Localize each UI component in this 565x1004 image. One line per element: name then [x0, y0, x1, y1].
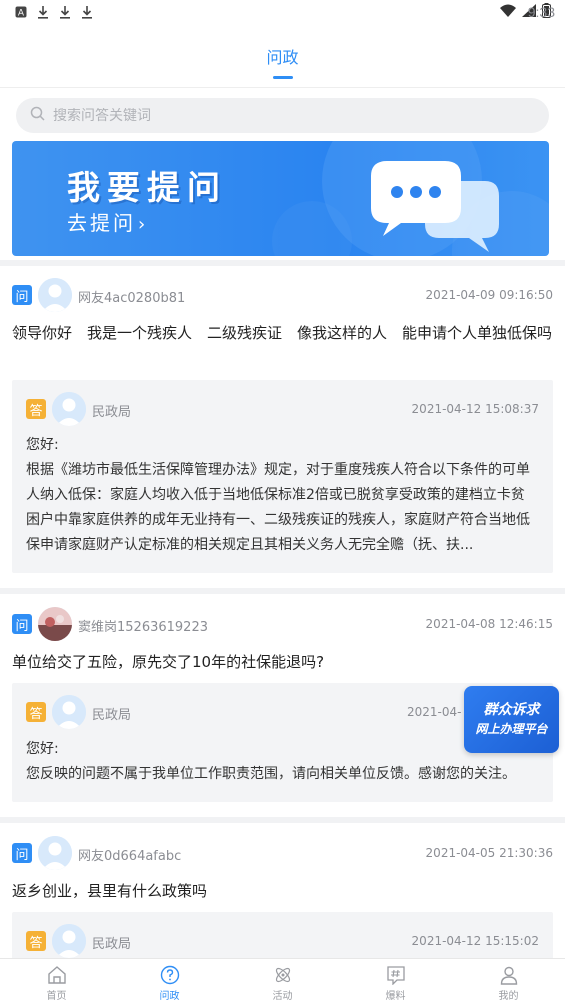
- download-icon: [80, 5, 94, 19]
- chat-bubbles-icon: [371, 161, 499, 252]
- home-icon: [47, 966, 66, 984]
- search-bar[interactable]: [16, 98, 549, 133]
- nav-home-label: 首页: [46, 991, 67, 1002]
- nav-profile[interactable]: 我的: [452, 959, 565, 1004]
- avatar[interactable]: [38, 607, 72, 641]
- answerer-name: 民政局: [92, 708, 132, 723]
- search-input[interactable]: [53, 107, 523, 124]
- post-time: 2021-04-08 12:46:15: [425, 617, 553, 631]
- petition-platform-line2: 网上办理平台: [475, 722, 548, 736]
- answer-box[interactable]: 答 民政局 2021-04-12 15:15:02: [12, 912, 553, 958]
- nav-profile-label: 我的: [498, 991, 519, 1002]
- answer-text: 根据《潍坊市最低生活保障管理办法》规定，对于重度残疾人符合以下条件的可单人纳入低…: [26, 462, 530, 553]
- hashtag-icon: [386, 966, 405, 985]
- question-text: 领导你好 我是一个残疾人 二级残疾证 像我这样的人 能申请个人单独低保吗: [12, 324, 553, 342]
- answerer-name: 民政局: [92, 937, 132, 952]
- post-time: 2021-04-05 21:30:36: [425, 846, 553, 860]
- username: 窦维岗15263619223: [78, 620, 208, 635]
- nav-wenzheng[interactable]: 问政: [113, 959, 226, 1004]
- answer-time: 2021-04-12 15:08:37: [411, 402, 539, 416]
- question-tag: 问: [12, 614, 32, 634]
- banner-cta-label: 去提问: [67, 211, 136, 235]
- question-text: 单位给交了五险，原先交了10年的社保能退吗?: [12, 653, 325, 671]
- banner-headline: 我要提问: [67, 168, 227, 207]
- top-bar: 问政: [0, 24, 565, 88]
- download-icon: [36, 5, 50, 19]
- atom-icon: [275, 967, 290, 983]
- avatar[interactable]: [38, 278, 72, 312]
- user-icon: [500, 966, 517, 985]
- nav-wenzheng-label: 问政: [159, 991, 180, 1002]
- answer-tag: 答: [26, 399, 46, 419]
- nav-report-label: 爆料: [385, 991, 406, 1002]
- nav-report[interactable]: 爆料: [339, 959, 452, 1004]
- download-icon: [58, 5, 72, 19]
- answer-tag: 答: [26, 702, 46, 722]
- tab-indicator: [273, 76, 293, 79]
- username: 网友4ac0280b81: [78, 291, 186, 306]
- nav-home[interactable]: 首页: [0, 959, 113, 1004]
- post-card[interactable]: 问 网友0d664afabc 2021-04-05 21:30:36 返乡创业，…: [0, 823, 565, 958]
- status-bar: 9:33 A: [0, 0, 565, 24]
- answer-tag: 答: [26, 931, 46, 951]
- answer-box[interactable]: 答 民政局 2021-04-12 15:08:37 您好: 根据《潍坊市最低生活…: [12, 380, 553, 573]
- post-card[interactable]: 问 网友4ac0280b81 2021-04-09 09:16:50 领导你好 …: [0, 266, 565, 584]
- nav-activity[interactable]: 活动: [226, 959, 339, 1004]
- page-title[interactable]: 问政: [0, 44, 565, 68]
- question-tag: 问: [12, 843, 32, 863]
- avatar: [52, 695, 86, 729]
- question-icon: [160, 965, 179, 985]
- question-text: 返乡创业，县里有什么政策吗: [12, 882, 208, 900]
- chevron-right-icon: ›: [138, 214, 149, 235]
- question-tag: 问: [12, 285, 32, 305]
- answer-greeting: 您好:: [26, 741, 59, 757]
- answer-text: 您反映的问题不属于我单位工作职责范围，请向相关单位反馈。感谢您的关注。: [26, 766, 516, 782]
- avatar: [52, 924, 86, 958]
- wifi-icon: [500, 4, 516, 21]
- clock: 9:33: [527, 4, 555, 20]
- answer-time: 2021-04-12 15:15:02: [411, 934, 539, 948]
- username: 网友0d664afabc: [78, 849, 182, 864]
- banner-cta[interactable]: 去提问 ›: [67, 207, 148, 236]
- avatar: [52, 392, 86, 426]
- answerer-name: 民政局: [92, 405, 132, 420]
- bottom-navigation: 首页 问政 活动 爆料 我的: [0, 958, 565, 1004]
- a-badge-icon: A: [14, 5, 28, 19]
- petition-platform-line1: 群众诉求: [483, 702, 540, 718]
- answer-greeting: 您好:: [26, 437, 59, 453]
- ask-question-banner[interactable]: 我要提问 去提问 ›: [12, 141, 549, 256]
- petition-platform-button[interactable]: 群众诉求 网上办理平台: [464, 686, 559, 753]
- search-icon: [30, 106, 45, 125]
- post-time: 2021-04-09 09:16:50: [425, 288, 553, 302]
- svg-text:A: A: [18, 9, 25, 19]
- avatar[interactable]: [38, 836, 72, 870]
- nav-activity-label: 活动: [272, 991, 293, 1002]
